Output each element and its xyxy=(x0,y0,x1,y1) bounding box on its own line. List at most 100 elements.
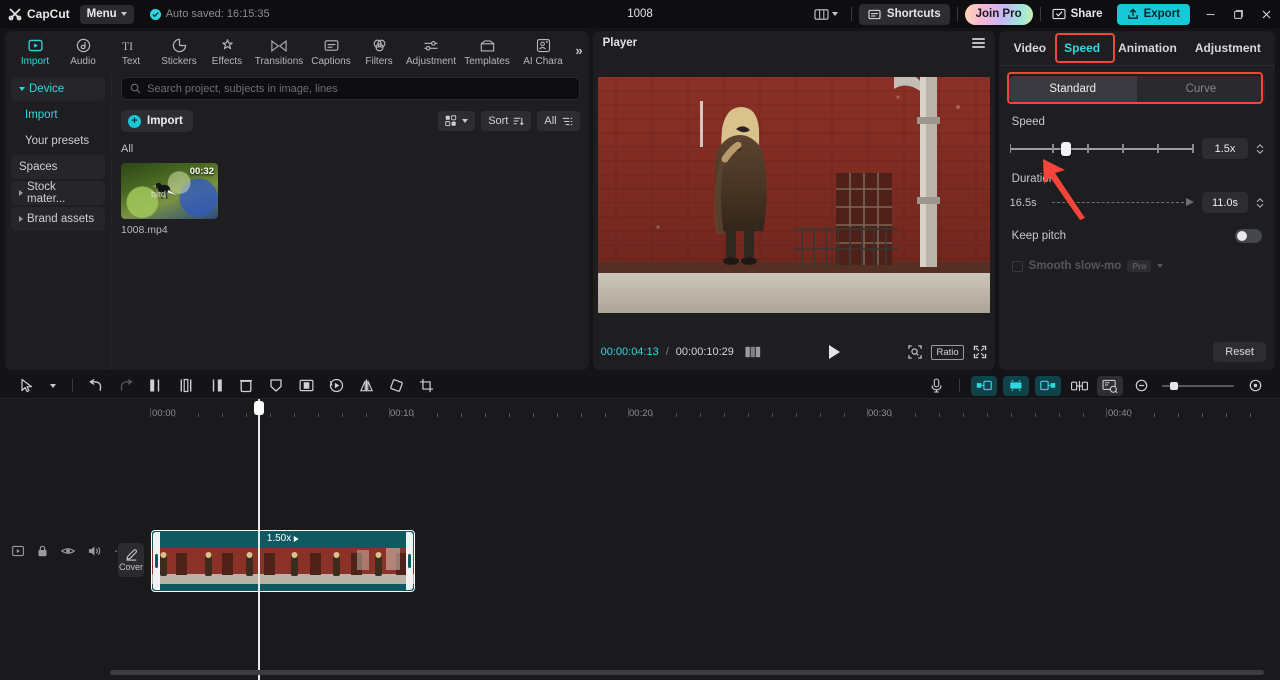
view-mode-button[interactable] xyxy=(438,111,476,131)
preview-icon[interactable] xyxy=(1097,375,1123,396)
rotate-icon[interactable] xyxy=(381,374,411,398)
sidebar-item-stock-materials[interactable]: Stock mater... xyxy=(11,181,105,205)
module-tab-effects[interactable]: Effects xyxy=(203,36,251,67)
speed-mode-curve[interactable]: Curve xyxy=(1137,76,1265,102)
speed-slider[interactable] xyxy=(1009,141,1194,156)
auto-cut-right-icon[interactable] xyxy=(1035,375,1061,396)
minimize-button[interactable] xyxy=(1196,0,1224,28)
module-tab-import[interactable]: Import xyxy=(11,36,59,67)
import-media-button[interactable]: + Import xyxy=(121,110,193,132)
maximize-button[interactable] xyxy=(1224,0,1252,28)
lock-icon[interactable] xyxy=(37,545,48,557)
tool-dropdown-button[interactable] xyxy=(42,374,64,398)
chevron-down-icon xyxy=(1157,264,1164,268)
video-preview[interactable]: - xyxy=(597,76,990,313)
flip-icon[interactable] xyxy=(351,374,381,398)
media-thumbnail[interactable]: bird 00:32 xyxy=(121,163,218,219)
tab-adjustment[interactable]: Adjustment xyxy=(1186,31,1270,65)
smooth-slowmo-checkbox[interactable] xyxy=(1011,260,1023,272)
duration-value[interactable]: 11.0s xyxy=(1202,192,1248,213)
timeline-clip[interactable]: 1.50x xyxy=(151,530,415,592)
clip-speed-badge[interactable]: 1.50x xyxy=(267,533,300,544)
share-button[interactable]: Share xyxy=(1048,8,1107,20)
split-icon[interactable] xyxy=(171,374,201,398)
magnify-button[interactable] xyxy=(908,345,923,359)
module-tab-stickers[interactable]: Stickers xyxy=(155,36,203,67)
frames-icon[interactable] xyxy=(745,346,761,358)
microphone-icon[interactable] xyxy=(921,374,951,398)
keep-pitch-toggle[interactable] xyxy=(1235,229,1262,243)
split-right-icon[interactable] xyxy=(201,374,231,398)
sidebar-item-your-presets[interactable]: Your presets xyxy=(11,129,105,153)
playhead-handle[interactable] xyxy=(253,401,264,415)
sidebar-item-device[interactable]: Device xyxy=(11,77,105,101)
zoom-out-icon[interactable] xyxy=(1126,374,1156,398)
filter-button[interactable]: All xyxy=(537,111,580,131)
module-tab-filters[interactable]: Filters xyxy=(355,36,403,67)
timeline-horizontal-scrollbar[interactable] xyxy=(110,670,1264,675)
menu-button[interactable]: Menu xyxy=(79,4,134,24)
more-modules-button[interactable]: » xyxy=(575,43,582,58)
module-tab-captions[interactable]: Captions xyxy=(307,36,355,67)
sidebar-item-import[interactable]: Import xyxy=(11,103,105,127)
freeze-icon[interactable] xyxy=(261,374,291,398)
sort-button[interactable]: Sort xyxy=(481,111,532,131)
module-tab-templates[interactable]: Templates xyxy=(459,36,515,67)
delete-icon[interactable] xyxy=(231,374,261,398)
play-small-icon xyxy=(294,535,300,542)
tab-video[interactable]: Video xyxy=(1005,31,1055,65)
undo-icon[interactable] xyxy=(81,374,111,398)
join-pro-button[interactable]: Join Pro xyxy=(964,3,1033,25)
module-tab-ai-character[interactable]: AI Chara xyxy=(515,36,571,67)
playhead[interactable] xyxy=(258,421,260,680)
tab-animation[interactable]: Animation xyxy=(1109,31,1186,65)
speed-section-label: Speed xyxy=(1011,116,1045,128)
speed-value[interactable]: 1.5x xyxy=(1202,138,1248,159)
clip-trim-left-handle[interactable] xyxy=(153,532,160,590)
timeline-tracks[interactable]: ··· Cover 1.50x xyxy=(0,421,1280,680)
speed-stepper[interactable] xyxy=(1256,143,1264,155)
shortcuts-button[interactable]: Shortcuts xyxy=(858,3,950,25)
module-label: Audio xyxy=(70,55,96,67)
duration-stepper[interactable] xyxy=(1256,197,1264,209)
volume-icon[interactable] xyxy=(88,545,101,557)
eye-icon[interactable] xyxy=(61,546,75,556)
reset-button[interactable]: Reset xyxy=(1213,342,1266,362)
split-left-icon[interactable] xyxy=(141,374,171,398)
timeline-zoom-slider[interactable] xyxy=(1162,381,1234,391)
zoom-slider-handle[interactable] xyxy=(1170,381,1178,390)
timeline-ruler[interactable]: 00:00 00:10 00:20 00:30 00:40 xyxy=(0,399,1280,421)
auto-cut-left-icon[interactable] xyxy=(971,375,997,396)
timeline-area: 00:00 00:10 00:20 00:30 00:40 Cover 1.50… xyxy=(0,373,1280,680)
sidebar-item-spaces[interactable]: Spaces xyxy=(11,155,105,179)
mirror-split-icon[interactable] xyxy=(291,374,321,398)
link-icon[interactable] xyxy=(1064,374,1094,398)
module-tab-transitions[interactable]: Transitions xyxy=(251,36,307,67)
reverse-icon[interactable] xyxy=(321,374,351,398)
close-button[interactable] xyxy=(1252,0,1280,28)
speed-slider-handle[interactable] xyxy=(1061,141,1072,156)
zoom-in-icon[interactable] xyxy=(1240,374,1270,398)
layout-button[interactable] xyxy=(808,3,844,25)
select-tool-icon[interactable] xyxy=(12,374,42,398)
auto-cut-mid-icon[interactable] xyxy=(1003,375,1029,396)
tab-speed[interactable]: Speed xyxy=(1055,31,1109,65)
more-tabs-button[interactable]: ≫ xyxy=(1270,31,1275,65)
ratio-button[interactable]: Ratio xyxy=(931,344,964,360)
hamburger-icon[interactable] xyxy=(971,38,985,48)
play-button[interactable] xyxy=(768,345,902,359)
cover-button[interactable]: Cover xyxy=(118,543,144,577)
fullscreen-button[interactable] xyxy=(973,345,987,359)
module-tab-adjustment[interactable]: Adjustment xyxy=(403,36,459,67)
module-tab-audio[interactable]: Audio xyxy=(59,36,107,67)
playhead-top[interactable] xyxy=(253,399,264,421)
search-input[interactable]: Search project, subjects in image, lines xyxy=(121,77,580,100)
module-tab-text[interactable]: TI Text xyxy=(107,36,155,67)
speed-mode-standard[interactable]: Standard xyxy=(1008,76,1137,102)
clip-trim-right-handle[interactable] xyxy=(406,532,413,590)
track-type-icon[interactable] xyxy=(12,545,24,557)
export-button[interactable]: Export xyxy=(1116,3,1190,25)
crop-icon[interactable] xyxy=(411,374,441,398)
media-item[interactable]: bird 00:32 1008.mp4 xyxy=(121,163,218,236)
sidebar-item-brand-assets[interactable]: Brand assets xyxy=(11,207,105,231)
